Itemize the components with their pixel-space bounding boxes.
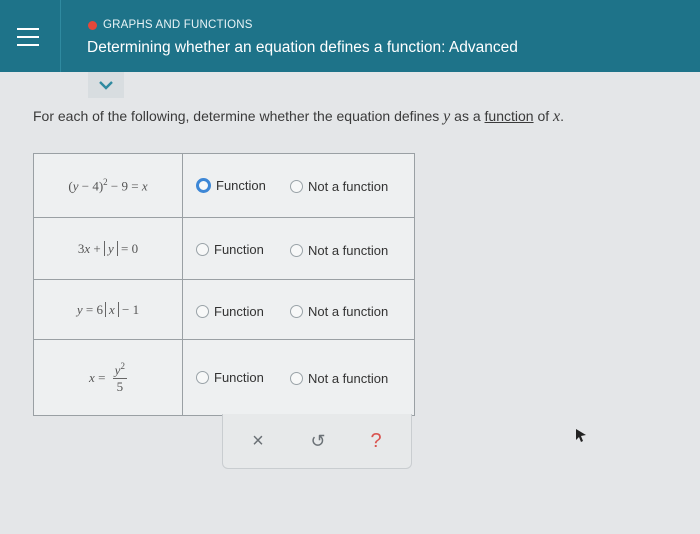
equation-cell: x = y2 5 [34, 340, 183, 416]
radio-icon[interactable] [196, 243, 209, 256]
undo-button[interactable]: ↺ [305, 428, 331, 454]
topic-text: GRAPHS AND FUNCTIONS [103, 19, 253, 31]
option-function-3[interactable]: Function [196, 304, 264, 319]
equation-cell: (y − 4)2 − 9 = x [34, 154, 183, 217]
topic-label: GRAPHS AND FUNCTIONS [88, 19, 253, 31]
action-bar: × ↺ ? [222, 414, 412, 469]
equation-cell: y = 6x − 1 [34, 280, 183, 340]
table-row: (y − 4)2 − 9 = x Function Not a function [34, 154, 414, 217]
cursor-icon [576, 429, 586, 442]
clear-button[interactable]: × [245, 428, 271, 454]
options-cell: Function Not a function [183, 280, 414, 340]
radio-icon[interactable] [290, 372, 303, 385]
option-not-function-2[interactable]: Not a function [290, 243, 388, 258]
table-row: y = 6x − 1 Function Not a function [34, 279, 414, 340]
options-cell: Function Not a function [183, 154, 414, 217]
header-divider [60, 0, 61, 72]
options-cell: Function Not a function [183, 218, 414, 280]
options-cell: Function Not a function [183, 340, 414, 416]
header-bar: GRAPHS AND FUNCTIONS Determining whether… [0, 0, 700, 72]
help-icon: ? [370, 429, 382, 452]
equation-2: 3x + y = 0 [77, 241, 139, 256]
chevron-down-icon [99, 81, 113, 90]
menu-icon[interactable] [8, 16, 48, 58]
option-not-function-3[interactable]: Not a function [290, 304, 388, 319]
option-function-4[interactable]: Function [196, 370, 264, 385]
instruction-period: . [560, 108, 565, 124]
topic-status-dot [88, 20, 97, 30]
table-row: 3x + y = 0 Function Not a function [34, 217, 414, 280]
option-function-1[interactable]: Function [196, 178, 266, 193]
function-link[interactable]: function [485, 108, 534, 124]
instruction-of: of [533, 108, 554, 124]
instruction-as-a: as a [450, 108, 485, 124]
help-button[interactable]: ? [363, 428, 389, 454]
equation-1: (y − 4)2 − 9 = x [68, 176, 148, 194]
radio-selected-icon[interactable] [196, 178, 211, 193]
page-title: Determining whether an equation defines … [87, 39, 518, 56]
radio-icon[interactable] [290, 305, 303, 318]
collapse-toggle[interactable] [88, 72, 124, 98]
table-row: x = y2 5 Function Not a function [34, 339, 414, 416]
option-not-function-1[interactable]: Not a function [290, 179, 388, 194]
radio-icon[interactable] [290, 244, 303, 257]
equation-4: x = y2 5 [89, 360, 127, 395]
instruction-prefix: For each of the following, determine whe… [33, 108, 444, 124]
instruction-text: For each of the following, determine whe… [33, 108, 564, 126]
radio-icon[interactable] [196, 305, 209, 318]
question-table: (y − 4)2 − 9 = x Function Not a function… [33, 153, 415, 416]
equation-cell: 3x + y = 0 [34, 218, 183, 280]
radio-icon[interactable] [290, 180, 303, 193]
radio-icon[interactable] [196, 371, 209, 384]
option-function-2[interactable]: Function [196, 242, 264, 257]
option-not-function-4[interactable]: Not a function [290, 371, 388, 386]
equation-3: y = 6x − 1 [76, 302, 140, 317]
undo-icon: ↺ [310, 430, 326, 451]
clear-icon: × [252, 429, 264, 452]
